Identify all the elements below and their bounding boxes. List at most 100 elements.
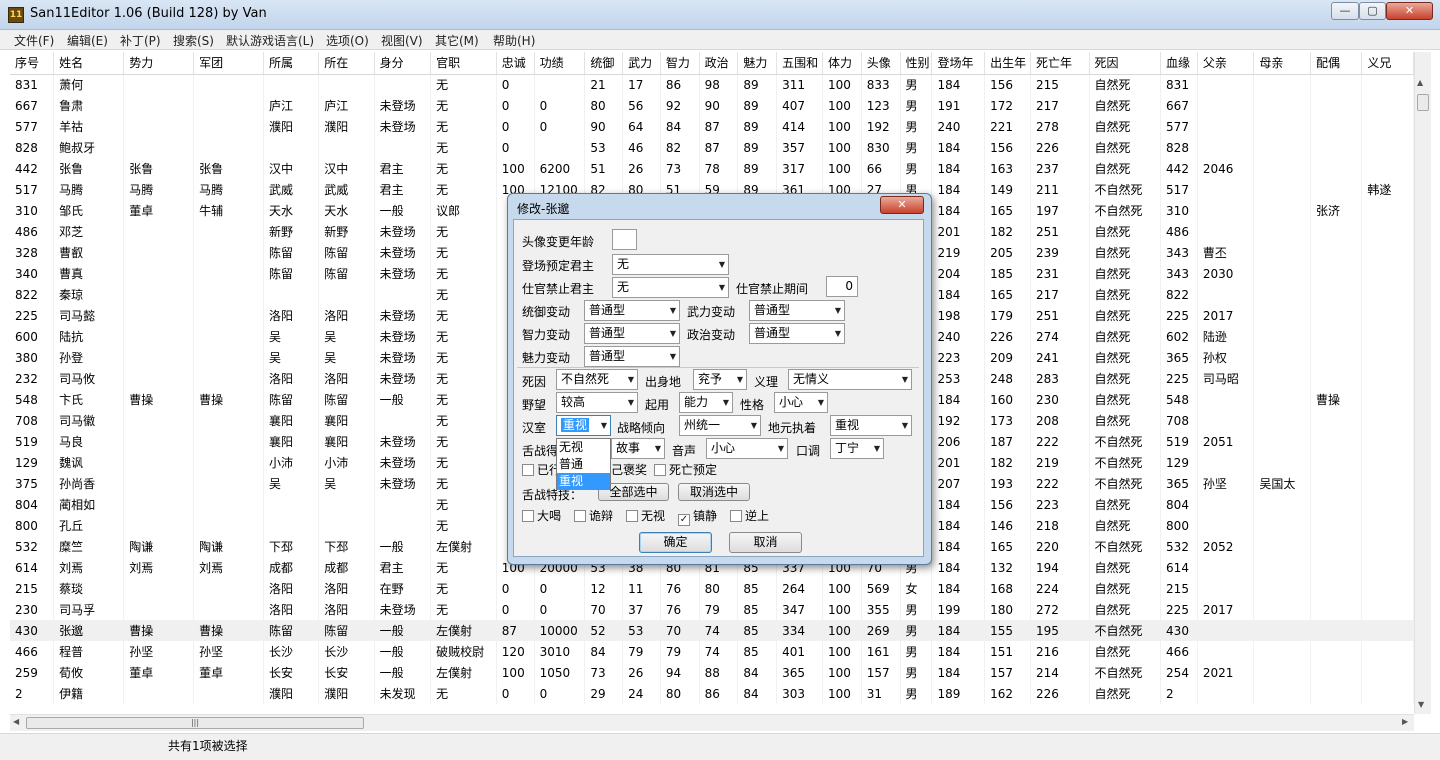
menu-language[interactable]: 默认游戏语言(L) <box>226 32 314 49</box>
menu-edit[interactable]: 编辑(E) <box>67 32 108 49</box>
death-dropdown[interactable]: 不自然死 ▼ <box>556 369 638 390</box>
menu-view[interactable]: 视图(V) <box>381 32 423 49</box>
vertical-scrollbar[interactable]: ▲ ▼ <box>1414 52 1431 714</box>
voice-dropdown[interactable]: 小心 ▼ <box>706 438 788 459</box>
column-header[interactable]: 政治 <box>699 52 739 75</box>
dropdown-option[interactable]: 无视 <box>557 439 610 456</box>
table-row[interactable]: 831 萧何无 0 21 17 86 98 89 311 100 833 男 184 156 215 自然死 8… <box>10 74 1414 95</box>
scroll-down-icon[interactable]: ▼ <box>1418 700 1424 709</box>
menu-file[interactable]: 文件(F) <box>14 32 54 49</box>
menu-search[interactable]: 搜索(S) <box>173 32 214 49</box>
column-header[interactable]: 功绩 <box>534 52 586 75</box>
column-header[interactable]: 死因 <box>1089 52 1162 75</box>
chevron-down-icon: ▼ <box>669 352 676 361</box>
column-header[interactable]: 势力 <box>123 52 195 75</box>
table-row[interactable]: 577 羊祜 濮阳 濮阳 未登场无 0 0 90 64 84 87 89 414 100 192 男 240 22… <box>10 116 1414 137</box>
table-row[interactable]: 442 张鲁 张鲁 张鲁 汉中 汉中 君主无 100 6200 51 26 73 78 89 317 100 6… <box>10 158 1414 179</box>
column-header[interactable]: 所在 <box>318 52 375 75</box>
column-header[interactable]: 智力 <box>660 52 700 75</box>
table-cell: 100 <box>822 620 862 641</box>
scroll-up-icon[interactable]: ▲ <box>1417 78 1423 87</box>
column-header[interactable]: 武力 <box>622 52 661 75</box>
justice-dropdown[interactable]: 无情义 ▼ <box>788 369 912 390</box>
column-header[interactable]: 死亡年 <box>1030 52 1090 75</box>
dropdown-option-selected[interactable]: 重视 <box>557 473 610 490</box>
horizontal-scrollbar[interactable]: ◀ ||| ▶ <box>10 714 1414 731</box>
scroll-left-icon[interactable]: ◀ <box>13 717 19 726</box>
table-row[interactable]: 215 蔡琰 洛阳 洛阳 在野无 0 0 12 11 76 80 85 264 100 569 女 184 168… <box>10 578 1414 599</box>
table-row[interactable]: 230 司马孚 洛阳 洛阳 未登场无 0 0 70 37 76 79 85 347 100 355 男 199 1… <box>10 599 1414 620</box>
lead-change-dropdown[interactable]: 普通型 ▼ <box>584 300 680 321</box>
personality-dropdown[interactable]: 小心 ▼ <box>774 392 828 413</box>
column-header[interactable]: 官职 <box>430 52 497 75</box>
table-row[interactable]: 828 鲍叔牙无 0 53 46 82 87 89 357 100 830 男 184 156 226 自然死… <box>10 137 1414 158</box>
dropdown-option[interactable]: 普通 <box>557 456 610 473</box>
chr-change-dropdown[interactable]: 普通型 ▼ <box>584 346 680 367</box>
menu-other[interactable]: 其它(M) <box>435 32 479 49</box>
column-header[interactable]: 义兄 <box>1361 52 1414 75</box>
column-header[interactable]: 血缘 <box>1160 52 1198 75</box>
strategy-dropdown[interactable]: 州统一 ▼ <box>679 415 761 436</box>
skill-checkbox[interactable]: 逆上 <box>730 507 769 524</box>
column-header[interactable]: 姓名 <box>53 52 125 75</box>
horizontal-scroll-thumb[interactable]: ||| <box>26 717 364 729</box>
ok-button[interactable]: 确定 <box>639 532 712 553</box>
column-header[interactable]: 头像 <box>861 52 901 75</box>
employ-dropdown[interactable]: 能力 ▼ <box>679 392 733 413</box>
deselect-all-button[interactable]: 取消选中 <box>678 483 750 501</box>
column-header[interactable]: 父亲 <box>1197 52 1255 75</box>
column-header[interactable]: 登场年 <box>931 52 986 75</box>
int-change-dropdown[interactable]: 普通型 ▼ <box>584 323 680 344</box>
table-row[interactable]: 2 伊籍 濮阳 濮阳 未发现无 0 0 29 24 80 86 84 303 100 31 男 189 162 22… <box>10 683 1414 704</box>
column-header[interactable]: 所属 <box>263 52 320 75</box>
column-header[interactable]: 出生年 <box>984 52 1032 75</box>
scroll-right-icon[interactable]: ▶ <box>1402 717 1408 726</box>
column-header[interactable]: 军团 <box>193 52 264 75</box>
table-row[interactable]: 466 程普 孙坚 孙坚 长沙 长沙 一般 破贼校尉 120 3010 84 79 79 74 85 401 1… <box>10 641 1414 662</box>
reward-checkbox[interactable]: 己褒奖 <box>611 461 647 478</box>
skill-checkbox[interactable]: ✓ 镇静 <box>678 507 717 526</box>
menu-help[interactable]: 帮助(H) <box>493 32 535 49</box>
local-dropdown[interactable]: 重视 ▼ <box>830 415 912 436</box>
death-plan-checkbox[interactable]: 死亡预定 <box>654 461 717 478</box>
appear-lord-dropdown[interactable]: 无 ▼ <box>612 254 729 275</box>
table-row[interactable]: 259 荀攸 董卓 董卓 长安 长安 一般 左僕射 100 1050 73 26 94 88 84 365 10… <box>10 662 1414 683</box>
tone-dropdown[interactable]: 丁宁 ▼ <box>830 438 884 459</box>
maximize-button[interactable]: ▢ <box>1359 2 1386 20</box>
table-row[interactable]: 430 张邈 曹操 曹操 陈留 陈留 一般 左僕射 87 10000 52 53 70 74 85 334 10… <box>10 620 1414 641</box>
column-header[interactable]: 五围和 <box>776 52 824 75</box>
han-dropdown[interactable]: 重视 ▼ <box>556 415 611 436</box>
table-cell: 在野 <box>374 578 432 599</box>
ban-period-input[interactable]: 0 <box>826 276 858 297</box>
column-header[interactable]: 配偶 <box>1310 52 1363 75</box>
dialog-close-button[interactable]: ✕ <box>880 196 924 214</box>
ban-lord-dropdown[interactable]: 无 ▼ <box>612 277 729 298</box>
debate-dropdown[interactable]: 故事 ▼ <box>611 438 665 459</box>
menu-patch[interactable]: 补丁(P) <box>120 32 161 49</box>
minimize-button[interactable]: — <box>1331 2 1359 20</box>
pol-change-dropdown[interactable]: 普通型 ▼ <box>749 323 845 344</box>
column-header[interactable]: 体力 <box>822 52 862 75</box>
column-header[interactable]: 序号 <box>10 52 55 75</box>
table-cell <box>1310 74 1363 95</box>
vertical-scroll-thumb[interactable] <box>1417 94 1429 111</box>
war-change-dropdown[interactable]: 普通型 ▼ <box>749 300 845 321</box>
skill-checkbox[interactable]: 无视 <box>626 507 665 524</box>
column-header[interactable]: 魅力 <box>737 52 778 75</box>
skill-checkbox[interactable]: 大喝 <box>522 507 561 524</box>
ambition-dropdown[interactable]: 较高 ▼ <box>556 392 638 413</box>
skill-checkbox[interactable]: 诡辩 <box>574 507 613 524</box>
han-dropdown-list[interactable]: 无视 普通 重视 <box>556 438 611 490</box>
column-header[interactable]: 统御 <box>584 52 624 75</box>
close-button[interactable]: ✕ <box>1386 2 1433 20</box>
column-header[interactable]: 性别 <box>900 52 933 75</box>
column-header[interactable]: 身分 <box>374 52 432 75</box>
column-header[interactable]: 忠诚 <box>496 52 535 75</box>
origin-dropdown[interactable]: 兖予 ▼ <box>693 369 747 390</box>
portrait-age-input[interactable] <box>612 229 637 250</box>
table-row[interactable]: 667 鲁肃 庐江 庐江 未登场无 0 0 80 56 92 90 89 407 100 123 男 191 17… <box>10 95 1414 116</box>
table-cell: 146 <box>984 515 1032 536</box>
cancel-button[interactable]: 取消 <box>729 532 802 553</box>
column-header[interactable]: 母亲 <box>1253 52 1311 75</box>
menu-options[interactable]: 选项(O) <box>326 32 369 49</box>
